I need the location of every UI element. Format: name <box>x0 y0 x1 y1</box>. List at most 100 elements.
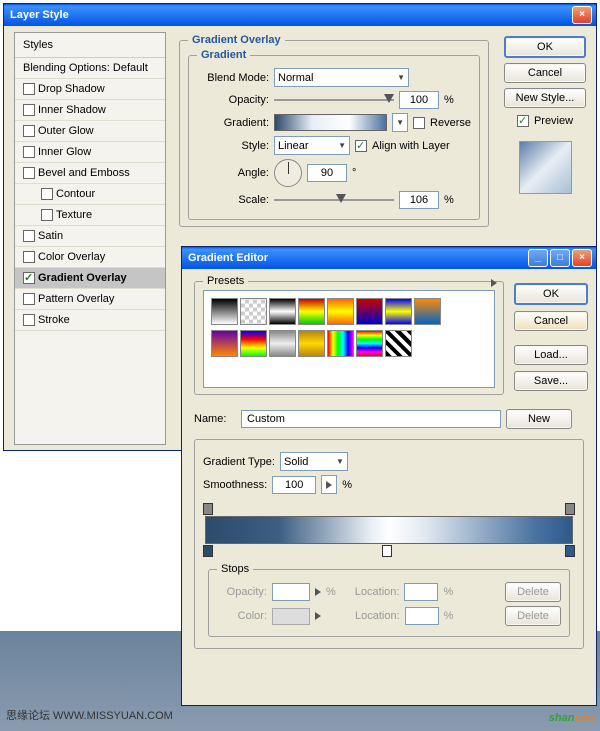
preset-swatch[interactable] <box>211 298 238 325</box>
gradient-label: Gradient: <box>197 117 269 129</box>
scale-slider[interactable] <box>274 192 394 208</box>
style-checkbox[interactable] <box>23 125 35 137</box>
preset-swatch[interactable] <box>327 298 354 325</box>
preset-swatch[interactable] <box>298 330 325 357</box>
chevron-right-icon <box>326 481 332 489</box>
style-checkbox[interactable] <box>23 167 35 179</box>
new-style-button[interactable]: New Style... <box>504 88 586 108</box>
preset-swatch[interactable] <box>240 298 267 325</box>
style-item-gradient-overlay[interactable]: Gradient Overlay <box>15 268 165 289</box>
name-field[interactable] <box>241 410 501 428</box>
preset-swatch[interactable] <box>356 330 383 357</box>
layer-style-titlebar[interactable]: Layer Style × <box>4 4 596 26</box>
color-stop[interactable] <box>382 545 392 557</box>
style-item-texture[interactable]: Texture <box>15 205 165 226</box>
preset-swatch[interactable] <box>385 330 412 357</box>
angle-dial[interactable] <box>274 159 302 187</box>
smoothness-field[interactable] <box>272 476 316 494</box>
gradient-editor-titlebar[interactable]: Gradient Editor _ □ × <box>182 247 596 269</box>
preview-swatch <box>519 141 572 194</box>
stops-group: Stops Opacity: % Location: % Delete Colo… <box>208 569 570 637</box>
style-checkbox[interactable] <box>23 146 35 158</box>
style-item-stroke[interactable]: Stroke <box>15 310 165 331</box>
ok-button[interactable]: OK <box>504 36 586 58</box>
style-checkbox[interactable] <box>23 104 35 116</box>
styles-header[interactable]: Styles <box>15 33 165 58</box>
watermark-logo: shancun <box>549 704 594 727</box>
close-icon[interactable]: × <box>572 249 592 267</box>
preview-checkbox[interactable] <box>517 115 529 127</box>
chevron-right-icon <box>315 612 321 620</box>
preset-swatch[interactable] <box>240 330 267 357</box>
angle-field[interactable] <box>307 164 347 182</box>
gradient-picker-arrow[interactable]: ▼ <box>392 113 408 132</box>
style-checkbox[interactable] <box>41 188 53 200</box>
align-checkbox[interactable] <box>355 140 367 152</box>
opacity-slider[interactable] <box>274 92 394 108</box>
ge-cancel-button[interactable]: Cancel <box>514 311 588 331</box>
stops-legend: Stops <box>217 563 253 575</box>
style-item-inner-shadow[interactable]: Inner Shadow <box>15 100 165 121</box>
preset-swatch[interactable] <box>414 298 441 325</box>
gradient-strip[interactable] <box>205 516 573 544</box>
style-checkbox[interactable] <box>23 314 35 326</box>
blending-options-row[interactable]: Blending Options: Default <box>15 58 165 79</box>
style-item-bevel-and-emboss[interactable]: Bevel and Emboss <box>15 163 165 184</box>
gradient-preview[interactable] <box>274 114 387 131</box>
preset-swatch[interactable] <box>269 330 296 357</box>
gradient-type-select[interactable]: Solid▼ <box>280 452 348 471</box>
blend-mode-select[interactable]: Normal▼ <box>274 68 409 87</box>
cancel-button[interactable]: Cancel <box>504 63 586 83</box>
stop-color-swatch <box>272 608 310 625</box>
style-checkbox[interactable] <box>23 272 35 284</box>
style-checkbox[interactable] <box>23 251 35 263</box>
style-checkbox[interactable] <box>23 83 35 95</box>
style-checkbox[interactable] <box>41 209 53 221</box>
style-item-satin[interactable]: Satin <box>15 226 165 247</box>
opacity-stop[interactable] <box>203 503 213 515</box>
style-item-inner-glow[interactable]: Inner Glow <box>15 142 165 163</box>
opacity-field[interactable] <box>399 91 439 109</box>
presets-group: Presets <box>194 281 504 395</box>
color-stop[interactable] <box>565 545 575 557</box>
minimize-icon[interactable]: _ <box>528 249 548 267</box>
scale-field[interactable] <box>399 191 439 209</box>
blend-mode-label: Blend Mode: <box>197 72 269 84</box>
style-item-pattern-overlay[interactable]: Pattern Overlay <box>15 289 165 310</box>
stop-location-field <box>404 583 438 601</box>
style-checkbox[interactable] <box>23 230 35 242</box>
color-stop[interactable] <box>203 545 213 557</box>
preset-swatch[interactable] <box>211 330 238 357</box>
reverse-checkbox[interactable] <box>413 117 425 129</box>
preset-swatch[interactable] <box>298 298 325 325</box>
stop-color-label: Color: <box>217 610 267 622</box>
style-item-contour[interactable]: Contour <box>15 184 165 205</box>
style-item-outer-glow[interactable]: Outer Glow <box>15 121 165 142</box>
style-label: Style: <box>197 140 269 152</box>
ge-ok-button[interactable]: OK <box>514 283 588 305</box>
chevron-down-icon: ▼ <box>338 141 346 150</box>
style-item-drop-shadow[interactable]: Drop Shadow <box>15 79 165 100</box>
new-button[interactable]: New <box>506 409 572 429</box>
style-label: Inner Glow <box>38 146 91 158</box>
style-label: Pattern Overlay <box>38 293 114 305</box>
opacity-stop[interactable] <box>565 503 575 515</box>
maximize-icon[interactable]: □ <box>550 249 570 267</box>
preset-swatch[interactable] <box>269 298 296 325</box>
styles-list: Styles Blending Options: Default Drop Sh… <box>14 32 166 445</box>
preset-swatch[interactable] <box>327 330 354 357</box>
gradient-overlay-legend: Gradient Overlay <box>188 34 285 46</box>
preset-swatch[interactable] <box>385 298 412 325</box>
align-label: Align with Layer <box>372 140 450 152</box>
presets-menu-icon[interactable] <box>491 279 497 287</box>
style-checkbox[interactable] <box>23 293 35 305</box>
smoothness-arrow[interactable] <box>321 475 337 494</box>
close-icon[interactable]: × <box>572 6 592 24</box>
chevron-down-icon: ▼ <box>336 457 344 466</box>
style-item-color-overlay[interactable]: Color Overlay <box>15 247 165 268</box>
ge-save-button[interactable]: Save... <box>514 371 588 391</box>
style-select[interactable]: Linear▼ <box>274 136 350 155</box>
preset-swatch[interactable] <box>356 298 383 325</box>
ge-load-button[interactable]: Load... <box>514 345 588 365</box>
chevron-down-icon: ▼ <box>397 73 405 82</box>
